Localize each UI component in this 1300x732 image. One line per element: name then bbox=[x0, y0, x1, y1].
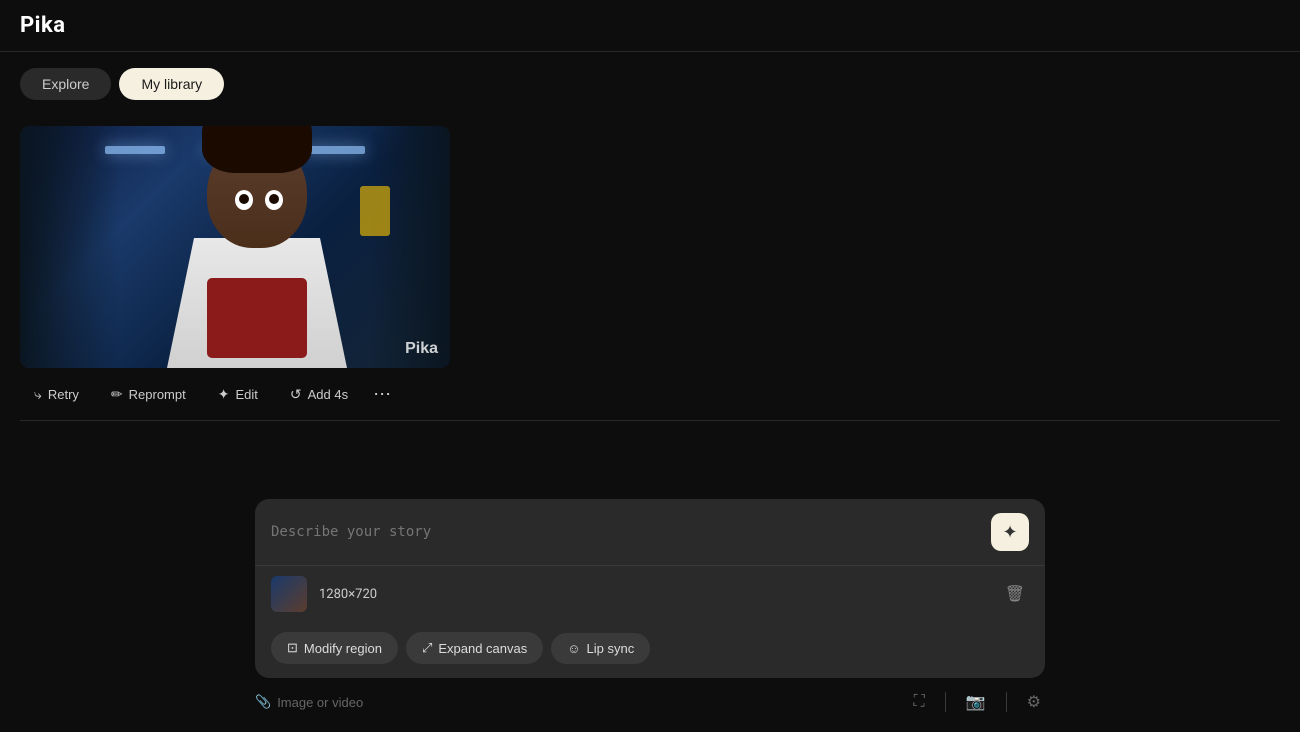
shirt bbox=[207, 278, 307, 358]
video-thumbnail[interactable]: Pika bbox=[20, 126, 450, 368]
camera-icon: 📷 bbox=[966, 694, 986, 711]
main-content: Pika ⤷ Retry ✏ Reprompt ✦ Edit ↺ Add 4s … bbox=[0, 116, 1300, 431]
video-preview: Pika bbox=[20, 126, 450, 368]
more-dots-icon: ⋯ bbox=[373, 384, 391, 405]
fullscreen-button[interactable]: ⛶ bbox=[910, 689, 929, 715]
delete-image-button[interactable]: 🗑 bbox=[1001, 580, 1029, 608]
generate-button[interactable]: ✦ bbox=[991, 513, 1029, 551]
character bbox=[147, 138, 367, 368]
camera-button[interactable]: 📷 bbox=[962, 688, 990, 716]
image-dimensions: 1280×720 bbox=[319, 587, 989, 602]
text-input-row: ✦ bbox=[255, 499, 1045, 565]
bottom-panel: ✦ 1280×720 🗑 ⊡ Modify region ⤢ Expand ca… bbox=[0, 483, 1300, 732]
pupil-right bbox=[269, 194, 279, 204]
hallway-bg-left bbox=[20, 126, 120, 368]
image-preview-row: 1280×720 🗑 bbox=[255, 565, 1045, 622]
fullscreen-icon: ⛶ bbox=[914, 693, 925, 710]
reprompt-icon: ✏ bbox=[111, 386, 123, 403]
expand-canvas-button[interactable]: ⤢ Expand canvas bbox=[406, 632, 543, 664]
input-container: ✦ 1280×720 🗑 ⊡ Modify region ⤢ Expand ca… bbox=[255, 499, 1045, 678]
settings-icon: ⚙ bbox=[1027, 694, 1041, 711]
delete-icon: 🗑 bbox=[1005, 586, 1025, 603]
hair bbox=[202, 126, 312, 173]
header: Pika bbox=[0, 0, 1300, 52]
edit-button[interactable]: ✦ Edit bbox=[204, 379, 272, 410]
edit-icon: ✦ bbox=[218, 386, 230, 403]
explore-tab[interactable]: Explore bbox=[20, 68, 111, 100]
hallway-bg-right bbox=[370, 126, 450, 368]
modify-region-button[interactable]: ⊡ Modify region bbox=[271, 632, 398, 664]
paperclip-icon: 📎 bbox=[255, 694, 271, 710]
tools-row: ⊡ Modify region ⤢ Expand canvas ☺ Lip sy… bbox=[255, 622, 1045, 678]
eye-left bbox=[235, 190, 253, 210]
input-footer: 📎 Image or video ⛶ 📷 ⚙ bbox=[255, 678, 1045, 716]
nav-tabs: Explore My library bbox=[0, 52, 1300, 116]
retry-icon: ⤷ bbox=[34, 386, 42, 403]
action-bar: ⤷ Retry ✏ Reprompt ✦ Edit ↺ Add 4s ⋯ bbox=[20, 368, 1280, 421]
eye-right bbox=[265, 190, 283, 210]
attach-button[interactable]: 📎 Image or video bbox=[255, 694, 363, 710]
generate-icon: ✦ bbox=[1002, 522, 1017, 543]
more-button[interactable]: ⋯ bbox=[366, 378, 398, 410]
retry-button[interactable]: ⤷ Retry bbox=[20, 379, 93, 410]
my-library-tab[interactable]: My library bbox=[119, 68, 224, 100]
settings-button[interactable]: ⚙ bbox=[1023, 688, 1045, 716]
lip-sync-icon: ☺ bbox=[567, 641, 580, 656]
footer-right-buttons: ⛶ 📷 ⚙ bbox=[910, 688, 1045, 716]
reprompt-button[interactable]: ✏ Reprompt bbox=[97, 379, 200, 410]
lip-sync-button[interactable]: ☺ Lip sync bbox=[551, 633, 650, 664]
modify-region-icon: ⊡ bbox=[287, 640, 298, 656]
image-thumbnail bbox=[271, 576, 307, 612]
pupil-left bbox=[239, 194, 249, 204]
footer-divider-2 bbox=[1006, 692, 1007, 712]
watermark: Pika bbox=[405, 340, 438, 358]
add4s-button[interactable]: ↺ Add 4s bbox=[276, 379, 362, 410]
add4s-icon: ↺ bbox=[290, 386, 302, 403]
footer-divider bbox=[945, 692, 946, 712]
app-logo: Pika bbox=[20, 13, 66, 38]
story-input[interactable] bbox=[271, 524, 991, 540]
expand-canvas-icon: ⤢ bbox=[422, 640, 432, 656]
